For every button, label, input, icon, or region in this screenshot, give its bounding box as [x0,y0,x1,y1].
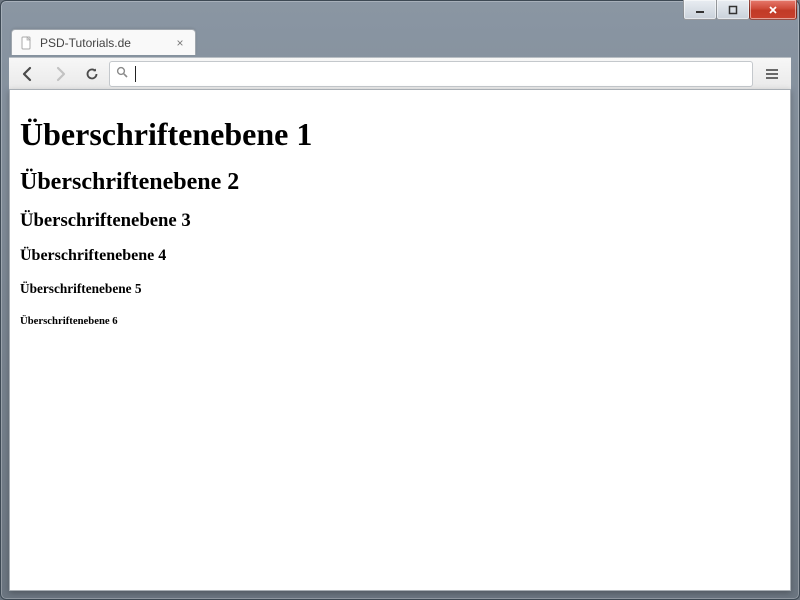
browser-window: PSD-Tutorials.de × Überschriftenebene 1 … [0,0,800,600]
window-titlebar[interactable] [1,1,799,29]
heading-4: Überschriftenebene 4 [20,247,780,265]
page-viewport: Überschriftenebene 1 Überschriftenebene … [9,89,791,591]
heading-6: Überschriftenebene 6 [20,315,780,327]
window-controls [684,0,797,20]
tab-title: PSD-Tutorials.de [40,36,131,50]
close-button[interactable] [749,0,797,20]
tab-close-icon[interactable]: × [173,36,187,50]
reload-button[interactable] [77,60,107,88]
text-cursor [135,66,136,82]
menu-button[interactable] [757,60,787,88]
browser-toolbar [9,57,791,91]
back-button[interactable] [13,60,43,88]
heading-5: Überschriftenebene 5 [20,281,780,297]
search-icon [116,66,129,82]
minimize-button[interactable] [683,0,717,20]
heading-2: Überschriftenebene 2 [20,169,780,196]
forward-button[interactable] [45,60,75,88]
address-bar[interactable] [109,61,753,87]
page-icon [20,36,34,50]
tab-strip: PSD-Tutorials.de × [1,27,799,55]
browser-tab[interactable]: PSD-Tutorials.de × [11,29,196,55]
heading-3: Überschriftenebene 3 [20,210,780,232]
heading-1: Überschriftenebene 1 [20,116,780,153]
maximize-button[interactable] [716,0,750,20]
page-content: Überschriftenebene 1 Überschriftenebene … [10,90,790,355]
